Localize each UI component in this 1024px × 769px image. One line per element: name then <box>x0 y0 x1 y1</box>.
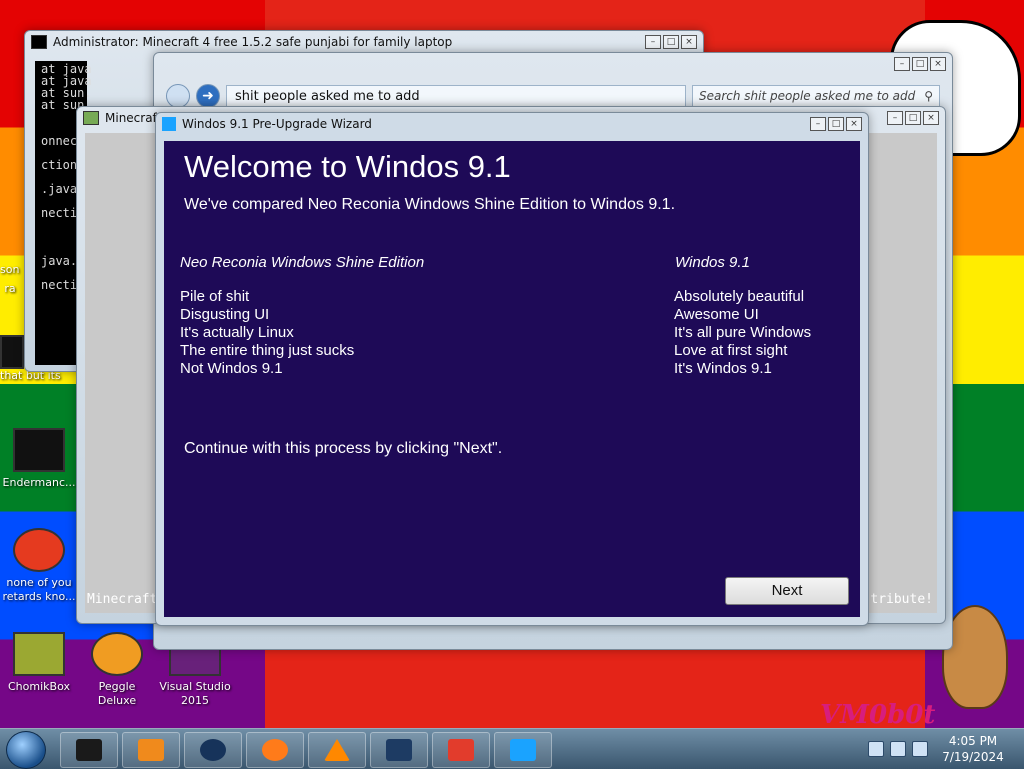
address-text: shit people asked me to add <box>235 88 420 104</box>
taskbar-app-screen[interactable] <box>370 732 428 768</box>
taskbar-app-obs[interactable] <box>184 732 242 768</box>
tray-icon-1[interactable] <box>868 741 884 757</box>
media-player-icon <box>138 739 164 761</box>
screen-icon <box>386 739 412 761</box>
wizard-title: Windos 9.1 Pre-Upgrade Wizard <box>182 117 372 131</box>
desktop-icon-endermanc[interactable]: Endermanc... <box>2 428 76 490</box>
right-list-item: It's Windos 9.1 <box>674 360 772 377</box>
maximize-button[interactable]: □ <box>663 35 679 49</box>
taskbar-clock[interactable]: 4:05 PM 7/19/2024 <box>938 733 1008 765</box>
left-list-item: It's actually Linux <box>180 324 294 341</box>
minecraft-footer-left: Minecraft <box>87 592 158 607</box>
taskbar-app-windows[interactable] <box>494 732 552 768</box>
taskbar-app-terminal[interactable] <box>60 732 118 768</box>
wizard-subheading: We've compared Neo Reconia Windows Shine… <box>184 196 676 213</box>
continue-instruction: Continue with this process by clicking "… <box>184 440 503 457</box>
console-line: necti <box>41 278 78 292</box>
file-icon <box>0 335 24 369</box>
chomikbox-icon <box>13 632 65 676</box>
right-column-heading: Windos 9.1 <box>675 254 750 271</box>
back-button[interactable] <box>166 84 190 108</box>
left-column-heading: Neo Reconia Windows Shine Edition <box>180 254 425 271</box>
minecraft-icon <box>83 111 99 125</box>
desktop-icon-label: Endermanc... <box>2 476 76 489</box>
explorer-address-bar: ➜ shit people asked me to add Search shi… <box>166 84 940 108</box>
left-column-list: Pile of shit Disgusting UI It's actually… <box>180 288 354 378</box>
terminal-icon <box>13 428 65 472</box>
taskbar: 4:05 PM 7/19/2024 <box>0 728 1024 769</box>
right-list-item: Awesome UI <box>674 306 759 323</box>
desktop-icon-app[interactable]: none of you retards kno... <box>2 528 76 604</box>
desktop-icon-label: ra <box>4 282 16 295</box>
wizard-content: Welcome to Windos 9.1 We've compared Neo… <box>164 141 860 617</box>
taskbar-app-java[interactable] <box>432 732 490 768</box>
app-icon <box>13 528 65 572</box>
clock-date: 7/19/2024 <box>942 750 1004 764</box>
taskbar-app-vlc[interactable] <box>308 732 366 768</box>
left-list-item: Not Windos 9.1 <box>180 360 283 377</box>
search-icon: ⚲ <box>924 89 933 103</box>
clock-time: 4:05 PM <box>948 734 998 748</box>
console-titlebar[interactable]: Administrator: Minecraft 4 free 1.5.2 sa… <box>25 31 703 53</box>
close-button[interactable]: × <box>923 111 939 125</box>
console-icon <box>31 35 47 49</box>
explorer-titlebar[interactable]: – □ × <box>154 53 952 75</box>
address-field[interactable]: shit people asked me to add <box>226 85 686 107</box>
minimize-button[interactable]: – <box>645 35 661 49</box>
wizard-window[interactable]: Windos 9.1 Pre-Upgrade Wizard – □ × Welc… <box>155 112 869 626</box>
wizard-heading: Welcome to Windos 9.1 <box>184 149 511 184</box>
desktop-icon-label: Visual Studio 2015 <box>159 680 231 707</box>
desktop-icon-peggle[interactable]: Peggle Deluxe <box>80 632 154 708</box>
minimize-button[interactable]: – <box>894 57 910 71</box>
desktop-icon-label: ChomikBox <box>8 680 70 693</box>
terminal-icon <box>76 739 102 761</box>
maximize-button[interactable]: □ <box>905 111 921 125</box>
java-icon <box>448 739 474 761</box>
minimize-button[interactable]: – <box>887 111 903 125</box>
desktop-icon-label: Peggle Deluxe <box>97 680 137 707</box>
firefox-icon <box>262 739 288 761</box>
windows-logo-icon <box>162 117 176 131</box>
wizard-titlebar[interactable]: Windos 9.1 Pre-Upgrade Wizard – □ × <box>156 113 868 135</box>
left-list-item: The entire thing just sucks <box>180 342 355 359</box>
minimize-button[interactable]: – <box>810 117 826 131</box>
maximize-button[interactable]: □ <box>912 57 928 71</box>
next-button[interactable]: Next <box>725 577 849 605</box>
right-list-item: Absolutely beautiful <box>674 288 805 305</box>
right-list-item: Love at first sight <box>674 342 788 359</box>
console-title: Administrator: Minecraft 4 free 1.5.2 sa… <box>53 35 453 49</box>
watermark-text: VM0b0t <box>820 700 936 730</box>
tray-icon-3[interactable] <box>912 741 928 757</box>
desktop-icon-label: none of you retards kno... <box>2 576 76 603</box>
desktop-icon-file[interactable]: ra <box>0 282 20 296</box>
right-list-item: It's all pure Windows <box>674 324 812 341</box>
close-button[interactable]: × <box>846 117 862 131</box>
search-placeholder: Search shit people asked me to add <box>699 89 916 103</box>
taskbar-app-firefox[interactable] <box>246 732 304 768</box>
vlc-icon <box>324 739 350 761</box>
search-input[interactable]: Search shit people asked me to add ⚲ <box>692 85 940 107</box>
close-button[interactable]: × <box>930 57 946 71</box>
windows-logo-icon <box>510 739 536 761</box>
tray-icon-2[interactable] <box>890 741 906 757</box>
left-list-item: Pile of shit <box>180 288 250 305</box>
maximize-button[interactable]: □ <box>828 117 844 131</box>
right-column-list: Absolutely beautiful Awesome UI It's all… <box>674 288 811 378</box>
start-button[interactable] <box>6 731 46 769</box>
desktop-icon-chomikbox[interactable]: ChomikBox <box>2 632 76 694</box>
taskbar-app-media-player[interactable] <box>122 732 180 768</box>
left-list-item: Disgusting UI <box>180 306 270 323</box>
obs-icon <box>200 739 226 761</box>
peggle-icon <box>91 632 143 676</box>
close-button[interactable]: × <box>681 35 697 49</box>
forward-button[interactable]: ➜ <box>196 84 220 108</box>
